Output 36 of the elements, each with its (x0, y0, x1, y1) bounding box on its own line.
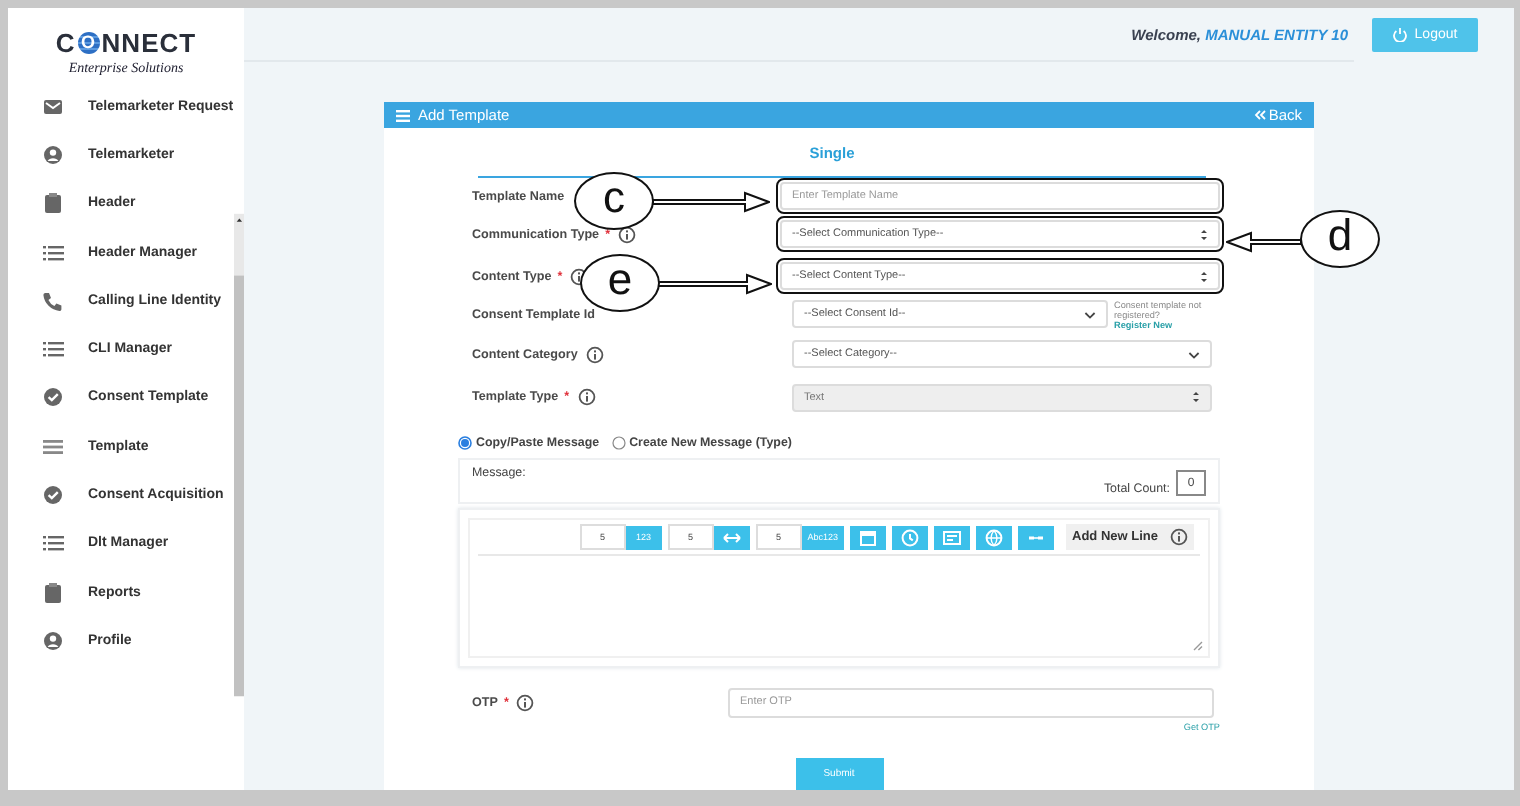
list-icon (42, 532, 64, 555)
menu-icon (396, 107, 410, 123)
list-icon (42, 338, 64, 361)
phone-icon (42, 289, 64, 312)
calendar-icon (858, 527, 879, 547)
power-icon (1392, 26, 1409, 42)
list-icon (42, 241, 64, 264)
insert-button[interactable] (850, 525, 887, 549)
clipboard-icon (42, 581, 64, 604)
chevrons-icon (1254, 108, 1267, 122)
user-icon (42, 629, 64, 652)
insert-button[interactable] (713, 525, 750, 549)
arrow-icon (654, 270, 772, 298)
arrows-icon (721, 527, 742, 547)
clock-icon (900, 527, 921, 547)
insert-button[interactable] (934, 525, 971, 549)
resize-handle-icon (1192, 640, 1204, 652)
insert-button[interactable] (976, 525, 1013, 549)
check-circle-icon (42, 484, 64, 507)
chevron-down-icon (1084, 309, 1096, 319)
lines-icon (42, 435, 64, 458)
clipboard-icon (42, 192, 64, 215)
spinner-icon (1200, 269, 1208, 283)
arrow-icon (652, 188, 770, 216)
insert-button[interactable] (892, 525, 929, 549)
arrow-icon (1226, 228, 1302, 256)
insert-button[interactable] (1018, 525, 1055, 549)
spinner-icon (1200, 227, 1208, 241)
info-icon (1170, 528, 1188, 546)
chevron-down-icon (1188, 349, 1200, 359)
envelope-icon (42, 96, 64, 118)
card-icon (942, 527, 963, 547)
user-icon (42, 143, 64, 166)
spinner-icon (1192, 390, 1200, 404)
check-circle-icon (42, 386, 64, 409)
globe-icon (984, 527, 1005, 547)
